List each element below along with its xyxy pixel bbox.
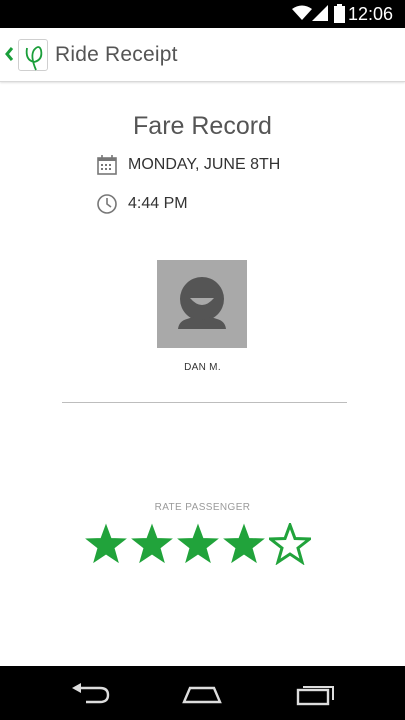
battery-icon: [334, 4, 345, 23]
star-filled-icon[interactable]: [223, 523, 265, 565]
fare-time: 4:44 PM: [128, 195, 188, 212]
back-icon[interactable]: [68, 680, 112, 708]
fare-date: MONDAY, JUNE 8TH: [128, 156, 281, 173]
page-title: Ride Receipt: [55, 43, 178, 66]
calendar-icon: [97, 155, 117, 175]
star-filled-icon[interactable]: [85, 523, 127, 565]
chevron-left-icon[interactable]: [2, 43, 16, 65]
clock-icon: [97, 194, 117, 214]
passenger-name: DAN M.: [184, 362, 221, 373]
star-rating[interactable]: [85, 523, 315, 565]
person-avatar-icon: [157, 260, 247, 348]
fare-record-title: Fare Record: [133, 112, 272, 140]
star-empty-icon[interactable]: [269, 523, 311, 565]
rate-passenger-label: RATE PASSENGER: [154, 502, 251, 513]
recent-apps-icon[interactable]: [294, 680, 338, 708]
signal-icon: [312, 5, 328, 21]
star-filled-icon[interactable]: [177, 523, 219, 565]
app-logo-icon[interactable]: [18, 39, 48, 71]
status-bar: 12:06: [0, 0, 405, 28]
divider: [62, 402, 347, 403]
navigation-bar: [0, 666, 405, 720]
home-icon[interactable]: [180, 680, 224, 708]
wifi-icon: [292, 5, 312, 20]
star-filled-icon[interactable]: [131, 523, 173, 565]
app-bar: Ride Receipt: [0, 28, 405, 82]
status-time: 12:06: [347, 4, 393, 24]
